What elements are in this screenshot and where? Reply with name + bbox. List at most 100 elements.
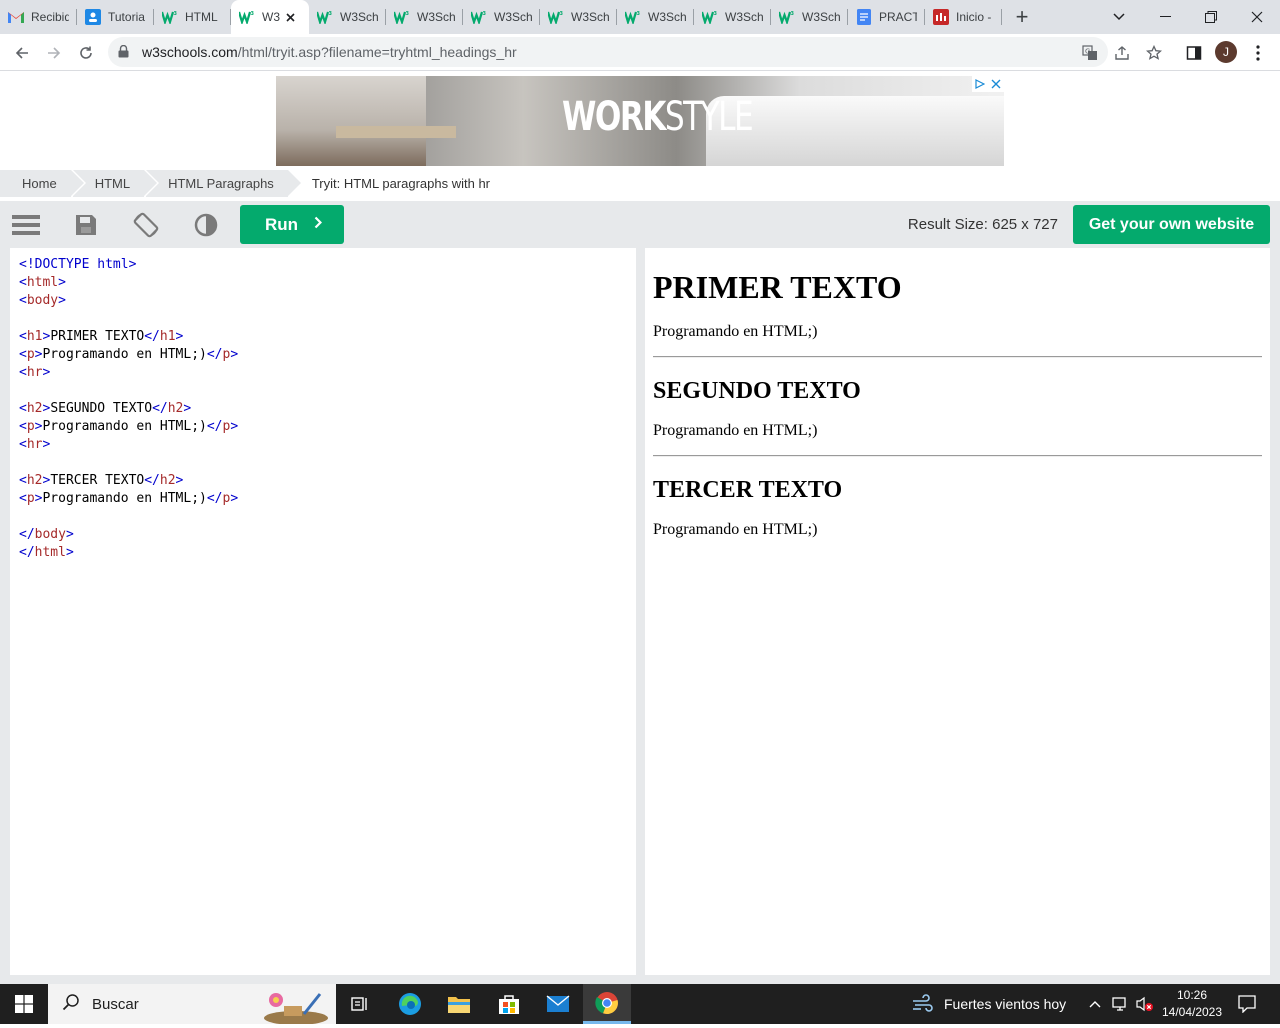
- wind-icon: [912, 993, 934, 1015]
- weather-widget[interactable]: Fuertes vientos hoy: [912, 984, 1066, 1024]
- w3schools-icon: 3: [702, 9, 718, 25]
- taskbar-search-box[interactable]: Buscar: [48, 984, 336, 1025]
- tab-title: HTML: [185, 10, 218, 24]
- side-panel-icon[interactable]: [1183, 42, 1205, 64]
- windows-taskbar: Buscar Fuertes vientos hoy 10:26 14/04/2…: [0, 984, 1280, 1025]
- browser-tab[interactable]: Inicio -: [925, 0, 1002, 34]
- result-divider-2: [653, 455, 1262, 457]
- result-heading-1: PRIMER TEXTO: [653, 269, 902, 305]
- close-window-button[interactable]: [1234, 0, 1280, 34]
- file-explorer-icon[interactable]: [435, 984, 483, 1024]
- lock-icon: [118, 44, 132, 59]
- w3schools-icon: 3: [162, 9, 178, 25]
- edge-icon[interactable]: [386, 984, 434, 1024]
- dark-mode-icon[interactable]: [191, 210, 221, 240]
- address-bar[interactable]: w3schools.com/html/tryit.asp?filename=tr…: [108, 37, 1108, 67]
- tab-title: PRACT: [879, 10, 917, 24]
- tab-list: Recibid Tutoria 3 HTML 3 W3 3 W3Sch 3 W3Sch 3 W3Sch…: [0, 0, 1002, 34]
- menu-icon[interactable]: [11, 210, 41, 240]
- tab-title: Tutoria: [108, 10, 145, 24]
- result-heading-3: TERCER TEXTO: [653, 477, 843, 503]
- code-line: <body>: [19, 293, 66, 308]
- w3schools-icon: 3: [548, 9, 564, 25]
- back-button[interactable]: [8, 39, 36, 67]
- ad-choices-icon[interactable]: [972, 76, 1004, 92]
- code-line: <h1>PRIMER TEXTO</h1>: [19, 329, 184, 344]
- tab-title: W3Sch: [725, 10, 763, 24]
- code-line: <p>Programando en HTML;)</p>: [19, 491, 239, 506]
- mail-icon[interactable]: [534, 984, 582, 1024]
- browser-tab[interactable]: 3 W3Sch: [386, 0, 463, 34]
- notifications-icon[interactable]: [1238, 984, 1256, 1024]
- minimize-button[interactable]: [1142, 0, 1188, 34]
- browser-tab[interactable]: 3 W3: [231, 0, 309, 34]
- save-icon[interactable]: [71, 210, 101, 240]
- run-button-label: Run: [265, 214, 299, 234]
- tray-expand-icon[interactable]: [1089, 984, 1101, 1024]
- browser-tab[interactable]: PRACT: [848, 0, 925, 34]
- svg-text:3: 3: [174, 11, 178, 17]
- clock-time: 10:26: [1176, 988, 1208, 1002]
- w3schools-icon: 3: [394, 9, 410, 25]
- code-line: <p>Programando en HTML;)</p>: [19, 419, 239, 434]
- code-line: <hr>: [19, 365, 51, 380]
- svg-text:3: 3: [637, 11, 641, 17]
- tab-title: W3Sch: [494, 10, 532, 24]
- browser-tab[interactable]: 3 HTML: [154, 0, 231, 34]
- reload-button[interactable]: [72, 39, 100, 67]
- code-editor[interactable]: <!DOCTYPE html> <html> <body> <h1>PRIMER TE…: [10, 248, 636, 975]
- menu-kebab-icon[interactable]: [1247, 42, 1269, 64]
- browser-tab[interactable]: 3 W3Sch: [463, 0, 540, 34]
- result-divider-1: [653, 356, 1262, 358]
- close-tab-icon[interactable]: [286, 9, 295, 25]
- browser-tab[interactable]: Tutoria: [77, 0, 154, 34]
- browser-toolbar: w3schools.com/html/tryit.asp?filename=tr…: [0, 34, 1280, 71]
- chrome-icon[interactable]: [583, 984, 631, 1024]
- w3schools-icon: 3: [239, 9, 255, 25]
- code-line: </body>: [19, 527, 74, 542]
- bookmark-star-icon[interactable]: [1143, 42, 1165, 64]
- run-button[interactable]: Run: [240, 205, 344, 244]
- forward-button[interactable]: [40, 39, 68, 67]
- code-line: <h2>SEGUNDO TEXTO</h2>: [19, 401, 192, 416]
- url-path: /html/tryit.asp?filename=tryhtml_heading…: [237, 44, 517, 60]
- browser-tab[interactable]: 3 W3Sch: [540, 0, 617, 34]
- tab-strip: Recibid Tutoria 3 HTML 3 W3 3 W3Sch 3 W3Sch 3 W3Sch…: [0, 0, 1280, 34]
- tab-title: W3: [262, 10, 280, 24]
- browser-tab[interactable]: 3 W3Sch: [309, 0, 386, 34]
- browser-tab[interactable]: Recibid: [0, 0, 77, 34]
- search-placeholder: Buscar: [92, 995, 139, 1013]
- browser-tab[interactable]: 3 W3Sch: [771, 0, 848, 34]
- rotate-layout-icon[interactable]: [131, 210, 161, 240]
- code-line: </html>: [19, 545, 74, 560]
- w3schools-icon: 3: [779, 9, 795, 25]
- breadcrumb-html-paragraphs[interactable]: HTML Paragraphs: [146, 170, 303, 197]
- result-paragraph-3: Programando en HTML;): [653, 521, 818, 538]
- tab-search-icon[interactable]: [1096, 0, 1142, 34]
- get-your-own-website-button[interactable]: Get your own website: [1073, 205, 1270, 244]
- profile-avatar[interactable]: J: [1215, 41, 1237, 63]
- volume-muted-icon[interactable]: [1136, 984, 1154, 1024]
- code-line: <h2>TERCER TEXTO</h2>: [19, 473, 184, 488]
- w3schools-icon: 3: [471, 9, 487, 25]
- tab-title: W3Sch: [417, 10, 455, 24]
- system-clock[interactable]: 10:26 14/04/2023: [1160, 987, 1224, 1021]
- svg-text:3: 3: [714, 11, 718, 17]
- translate-icon[interactable]: G: [1079, 42, 1101, 64]
- browser-tab[interactable]: 3 W3Sch: [617, 0, 694, 34]
- network-icon[interactable]: [1112, 984, 1130, 1024]
- tab-title: W3Sch: [571, 10, 609, 24]
- new-tab-button[interactable]: +: [1002, 0, 1042, 34]
- restore-button[interactable]: [1188, 0, 1234, 34]
- microsoft-store-icon[interactable]: [485, 984, 533, 1024]
- share-icon[interactable]: [1111, 42, 1133, 64]
- task-view-icon[interactable]: [336, 984, 384, 1024]
- windows-start-icon[interactable]: [0, 984, 48, 1024]
- browser-tab[interactable]: 3 W3Sch: [694, 0, 771, 34]
- svg-text:3: 3: [483, 11, 487, 17]
- svg-text:3: 3: [329, 11, 333, 17]
- ad-banner[interactable]: WORKSTYLE: [276, 76, 1004, 166]
- breadcrumb-home[interactable]: Home: [0, 170, 86, 197]
